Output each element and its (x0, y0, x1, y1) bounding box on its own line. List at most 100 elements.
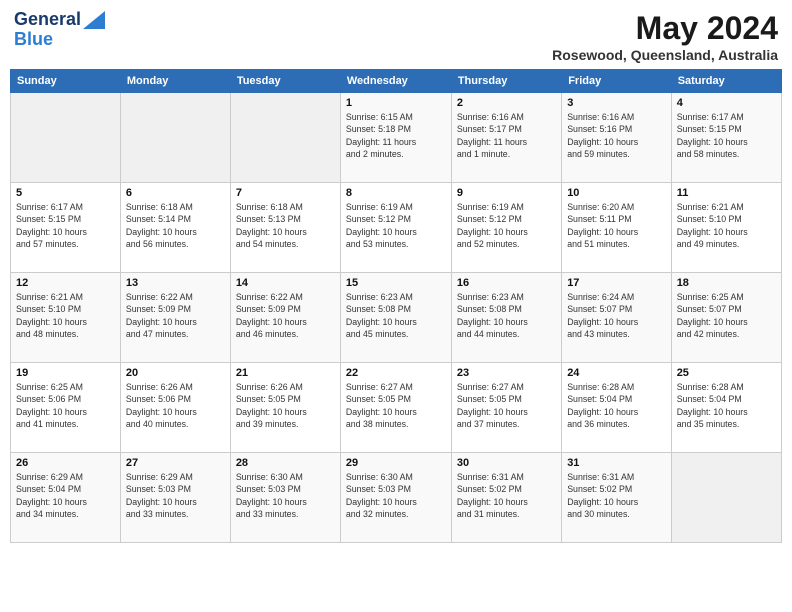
logo-icon (83, 11, 105, 29)
day-cell (11, 93, 121, 183)
weekday-header-thursday: Thursday (451, 70, 561, 93)
week-row-2: 5Sunrise: 6:17 AM Sunset: 5:15 PM Daylig… (11, 183, 782, 273)
day-cell: 11 Sunrise: 6:21 AM Sunset: 5:10 PM Dayli… (671, 183, 781, 273)
day-info: Sunrise: 6:16 AM Sunset: 5:17 PM Dayligh… (457, 111, 556, 160)
day-cell: 2 Sunrise: 6:16 AM Sunset: 5:17 PM Daylig… (451, 93, 561, 183)
day-number: 9 (457, 187, 556, 199)
day-info: Sunrise: 6:31 AM Sunset: 5:02 PM Dayligh… (457, 471, 556, 520)
day-cell: 19 Sunrise: 6:25 AM Sunset: 5:06 PM Dayli… (11, 363, 121, 453)
logo-general: General (14, 10, 81, 30)
day-cell: 13Sunrise: 6:22 AM Sunset: 5:09 PM Dayli… (120, 273, 230, 363)
weekday-header-friday: Friday (562, 70, 672, 93)
day-number: 25 (677, 367, 776, 379)
day-cell: 25 Sunrise: 6:28 AM Sunset: 5:04 PM Dayli… (671, 363, 781, 453)
day-number: 22 (346, 367, 446, 379)
day-number: 24 (567, 367, 666, 379)
weekday-header-saturday: Saturday (671, 70, 781, 93)
day-info: Sunrise: 6:21 AM Sunset: 5:10 PM Dayligh… (677, 201, 776, 250)
day-number: 29 (346, 457, 446, 469)
day-number: 2 (457, 97, 556, 109)
day-info: Sunrise: 6:27 AM Sunset: 5:05 PM Dayligh… (457, 381, 556, 430)
day-number: 16 (457, 277, 556, 289)
day-info: Sunrise: 6:22 AM Sunset: 5:09 PM Dayligh… (236, 291, 335, 340)
day-number: 13 (126, 277, 225, 289)
day-info: Sunrise: 6:21 AM Sunset: 5:10 PM Dayligh… (16, 291, 115, 340)
day-number: 18 (677, 277, 776, 289)
day-cell: 10Sunrise: 6:20 AM Sunset: 5:11 PM Dayli… (562, 183, 672, 273)
day-info: Sunrise: 6:27 AM Sunset: 5:05 PM Dayligh… (346, 381, 446, 430)
day-cell: 14Sunrise: 6:22 AM Sunset: 5:09 PM Dayli… (230, 273, 340, 363)
day-number: 7 (236, 187, 335, 199)
week-row-3: 12 Sunrise: 6:21 AM Sunset: 5:10 PM Dayli… (11, 273, 782, 363)
day-number: 15 (346, 277, 446, 289)
day-info: Sunrise: 6:24 AM Sunset: 5:07 PM Dayligh… (567, 291, 666, 340)
day-number: 3 (567, 97, 666, 109)
day-cell: 9 Sunrise: 6:19 AM Sunset: 5:12 PM Daylig… (451, 183, 561, 273)
week-row-5: 26Sunrise: 6:29 AM Sunset: 5:04 PM Dayli… (11, 453, 782, 543)
day-cell: 7 Sunrise: 6:18 AM Sunset: 5:13 PM Daylig… (230, 183, 340, 273)
day-info: Sunrise: 6:26 AM Sunset: 5:05 PM Dayligh… (236, 381, 335, 430)
day-number: 27 (126, 457, 225, 469)
day-cell: 29 Sunrise: 6:30 AM Sunset: 5:03 PM Dayli… (340, 453, 451, 543)
location-title: Rosewood, Queensland, Australia (552, 47, 778, 63)
day-cell: 16 Sunrise: 6:23 AM Sunset: 5:08 PM Dayli… (451, 273, 561, 363)
day-cell: 17 Sunrise: 6:24 AM Sunset: 5:07 PM Dayli… (562, 273, 672, 363)
title-block: May 2024 Rosewood, Queensland, Australia (552, 10, 778, 63)
day-cell: 1 Sunrise: 6:15 AM Sunset: 5:18 PM Daylig… (340, 93, 451, 183)
logo-blue: Blue (14, 30, 53, 50)
day-cell: 30 Sunrise: 6:31 AM Sunset: 5:02 PM Dayli… (451, 453, 561, 543)
day-cell: 8Sunrise: 6:19 AM Sunset: 5:12 PM Daylig… (340, 183, 451, 273)
day-cell (671, 453, 781, 543)
day-cell: 18 Sunrise: 6:25 AM Sunset: 5:07 PM Dayli… (671, 273, 781, 363)
day-number: 11 (677, 187, 776, 199)
day-cell: 27Sunrise: 6:29 AM Sunset: 5:03 PM Dayli… (120, 453, 230, 543)
day-number: 20 (126, 367, 225, 379)
day-info: Sunrise: 6:15 AM Sunset: 5:18 PM Dayligh… (346, 111, 446, 160)
day-info: Sunrise: 6:29 AM Sunset: 5:04 PM Dayligh… (16, 471, 115, 520)
day-cell: 5Sunrise: 6:17 AM Sunset: 5:15 PM Daylig… (11, 183, 121, 273)
calendar-table: SundayMondayTuesdayWednesdayThursdayFrid… (10, 69, 782, 543)
day-number: 28 (236, 457, 335, 469)
day-cell: 28 Sunrise: 6:30 AM Sunset: 5:03 PM Dayli… (230, 453, 340, 543)
day-info: Sunrise: 6:16 AM Sunset: 5:16 PM Dayligh… (567, 111, 666, 160)
day-info: Sunrise: 6:30 AM Sunset: 5:03 PM Dayligh… (346, 471, 446, 520)
day-number: 1 (346, 97, 446, 109)
weekday-header-sunday: Sunday (11, 70, 121, 93)
week-row-1: 1 Sunrise: 6:15 AM Sunset: 5:18 PM Daylig… (11, 93, 782, 183)
day-number: 21 (236, 367, 335, 379)
day-number: 17 (567, 277, 666, 289)
day-number: 31 (567, 457, 666, 469)
day-cell (120, 93, 230, 183)
day-number: 19 (16, 367, 115, 379)
day-cell: 26Sunrise: 6:29 AM Sunset: 5:04 PM Dayli… (11, 453, 121, 543)
day-info: Sunrise: 6:26 AM Sunset: 5:06 PM Dayligh… (126, 381, 225, 430)
day-number: 23 (457, 367, 556, 379)
day-cell: 20 Sunrise: 6:26 AM Sunset: 5:06 PM Dayli… (120, 363, 230, 453)
day-info: Sunrise: 6:30 AM Sunset: 5:03 PM Dayligh… (236, 471, 335, 520)
day-cell: 4Sunrise: 6:17 AM Sunset: 5:15 PM Daylig… (671, 93, 781, 183)
day-info: Sunrise: 6:19 AM Sunset: 5:12 PM Dayligh… (457, 201, 556, 250)
day-cell: 31Sunrise: 6:31 AM Sunset: 5:02 PM Dayli… (562, 453, 672, 543)
day-info: Sunrise: 6:28 AM Sunset: 5:04 PM Dayligh… (677, 381, 776, 430)
weekday-header-wednesday: Wednesday (340, 70, 451, 93)
day-info: Sunrise: 6:17 AM Sunset: 5:15 PM Dayligh… (16, 201, 115, 250)
day-cell: 24Sunrise: 6:28 AM Sunset: 5:04 PM Dayli… (562, 363, 672, 453)
day-cell: 21 Sunrise: 6:26 AM Sunset: 5:05 PM Dayli… (230, 363, 340, 453)
day-number: 30 (457, 457, 556, 469)
logo: General Blue (14, 10, 105, 50)
day-info: Sunrise: 6:23 AM Sunset: 5:08 PM Dayligh… (457, 291, 556, 340)
day-cell: 3 Sunrise: 6:16 AM Sunset: 5:16 PM Daylig… (562, 93, 672, 183)
month-title: May 2024 (552, 10, 778, 47)
day-number: 4 (677, 97, 776, 109)
weekday-header-row: SundayMondayTuesdayWednesdayThursdayFrid… (11, 70, 782, 93)
day-info: Sunrise: 6:25 AM Sunset: 5:07 PM Dayligh… (677, 291, 776, 340)
day-info: Sunrise: 6:18 AM Sunset: 5:14 PM Dayligh… (126, 201, 225, 250)
week-row-4: 19 Sunrise: 6:25 AM Sunset: 5:06 PM Dayli… (11, 363, 782, 453)
weekday-header-tuesday: Tuesday (230, 70, 340, 93)
day-number: 12 (16, 277, 115, 289)
day-info: Sunrise: 6:20 AM Sunset: 5:11 PM Dayligh… (567, 201, 666, 250)
day-info: Sunrise: 6:25 AM Sunset: 5:06 PM Dayligh… (16, 381, 115, 430)
day-number: 8 (346, 187, 446, 199)
day-info: Sunrise: 6:18 AM Sunset: 5:13 PM Dayligh… (236, 201, 335, 250)
day-number: 6 (126, 187, 225, 199)
